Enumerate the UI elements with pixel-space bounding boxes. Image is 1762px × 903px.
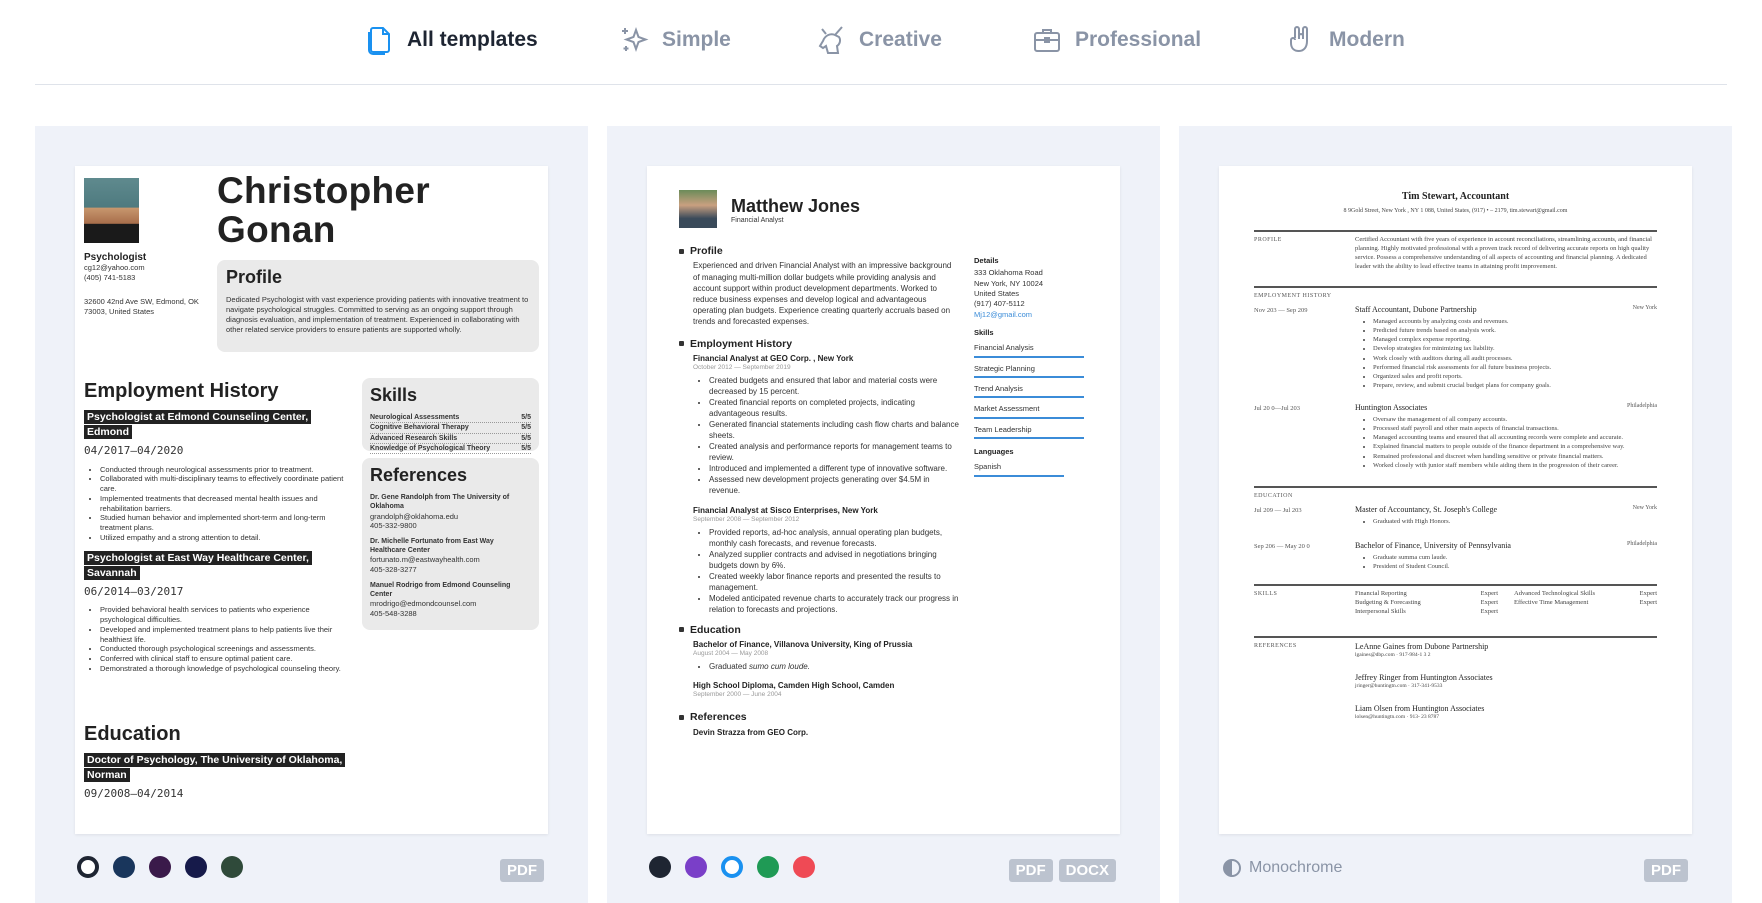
color-swatch[interactable] [793, 856, 815, 878]
resume-education: Education Doctor of Psychology, The Univ… [84, 721, 374, 808]
resume-skills: Skills Neurological Assessments 5/5 Cogni… [362, 378, 539, 454]
job-date: 04/2017—04/2020 [84, 444, 184, 458]
format-badges: PDF [1644, 859, 1688, 882]
format-badges: PDF [500, 859, 544, 882]
contrast-icon [1223, 859, 1241, 877]
template-category-tabs: All templates Simple Creative Profession… [0, 0, 1762, 84]
briefcase-icon [1034, 29, 1060, 52]
tab-professional[interactable]: Professional [1031, 18, 1201, 62]
resume-name: Christopher Gonan [217, 170, 430, 250]
template-card-2[interactable]: Matthew Jones Financial Analyst Profile … [607, 126, 1160, 903]
unicorn-icon [818, 26, 843, 54]
tabs-divider [35, 84, 1727, 85]
color-swatch[interactable] [757, 856, 779, 878]
resume-address: 32600 42nd Ave SW, Edmond, OK 73003, Uni… [84, 297, 199, 316]
color-swatches [77, 856, 243, 878]
avatar [679, 190, 717, 228]
tab-label: Creative [859, 28, 942, 51]
color-swatch[interactable] [685, 856, 707, 878]
resume-name: Tim Stewart, Accountant [1401, 191, 1510, 202]
document-icon [368, 27, 390, 55]
resume-side-column: Details 333 Oklahoma Road New York, NY 1… [974, 248, 1084, 480]
color-swatch[interactable] [77, 856, 99, 878]
person-icon [679, 248, 684, 254]
tab-creative[interactable]: Creative [815, 18, 942, 62]
quote-icon [679, 715, 684, 720]
resume-preview[interactable]: Christopher Gonan Psychologist cg12@yaho… [75, 166, 548, 834]
monochrome-option[interactable]: Monochrome [1223, 859, 1342, 877]
job-title: Psychologist at East Way Healthcare Cent… [84, 550, 312, 580]
resume-contact: cg12@yahoo.com (405) 741-5183 [84, 263, 145, 282]
resume-job-title: Financial Analyst [731, 217, 784, 224]
resume-profile: Profile Dedicated Psychologist with vast… [217, 260, 539, 352]
job-date: 06/2014—03/2017 [84, 585, 184, 599]
tab-label: Modern [1329, 28, 1405, 51]
tab-label: All templates [407, 28, 538, 51]
color-swatch[interactable] [721, 856, 743, 878]
template-card-3[interactable]: Tim Stewart, Accountant 8 9Gold Street, … [1179, 126, 1732, 903]
resume-preview[interactable]: Tim Stewart, Accountant 8 9Gold Street, … [1219, 166, 1692, 834]
color-swatch[interactable] [149, 856, 171, 878]
color-swatch[interactable] [113, 856, 135, 878]
tab-label: Simple [662, 28, 731, 51]
color-swatches [649, 856, 815, 878]
pdf-badge: PDF [1008, 859, 1053, 882]
sparkles-icon [622, 27, 649, 52]
resume-employment: Employment History Psychologist at Edmon… [84, 378, 354, 682]
tab-label: Professional [1075, 28, 1202, 51]
resume-contact: 8 9Gold Street, New York , NY 1 088, Uni… [1343, 208, 1568, 214]
tab-all-templates[interactable]: All templates [363, 18, 538, 62]
template-card-1[interactable]: Christopher Gonan Psychologist cg12@yaho… [35, 126, 588, 903]
color-swatch[interactable] [649, 856, 671, 878]
tab-modern[interactable]: Modern [1285, 18, 1405, 62]
pdf-badge: PDF [500, 859, 544, 882]
resume-references: References Dr. Gene Randolph from The Un… [362, 458, 539, 630]
briefcase-icon [679, 341, 684, 347]
avatar [84, 178, 139, 243]
resume-preview[interactable]: Matthew Jones Financial Analyst Profile … [647, 166, 1120, 834]
docx-badge: DOCX [1058, 859, 1116, 882]
pdf-badge: PDF [1644, 859, 1688, 882]
color-swatch[interactable] [185, 856, 207, 878]
format-badges: PDF DOCX [1008, 859, 1116, 882]
rock-hand-icon [1290, 26, 1308, 53]
monochrome-label: Monochrome [1249, 859, 1343, 876]
resume-main-column: Profile Experienced and driven Financial… [679, 244, 959, 748]
job-title: Psychologist at Edmond Counseling Center… [84, 410, 312, 440]
graduation-cap-icon [679, 627, 684, 633]
tab-simple[interactable]: Simple [618, 18, 731, 62]
color-swatch[interactable] [221, 856, 243, 878]
